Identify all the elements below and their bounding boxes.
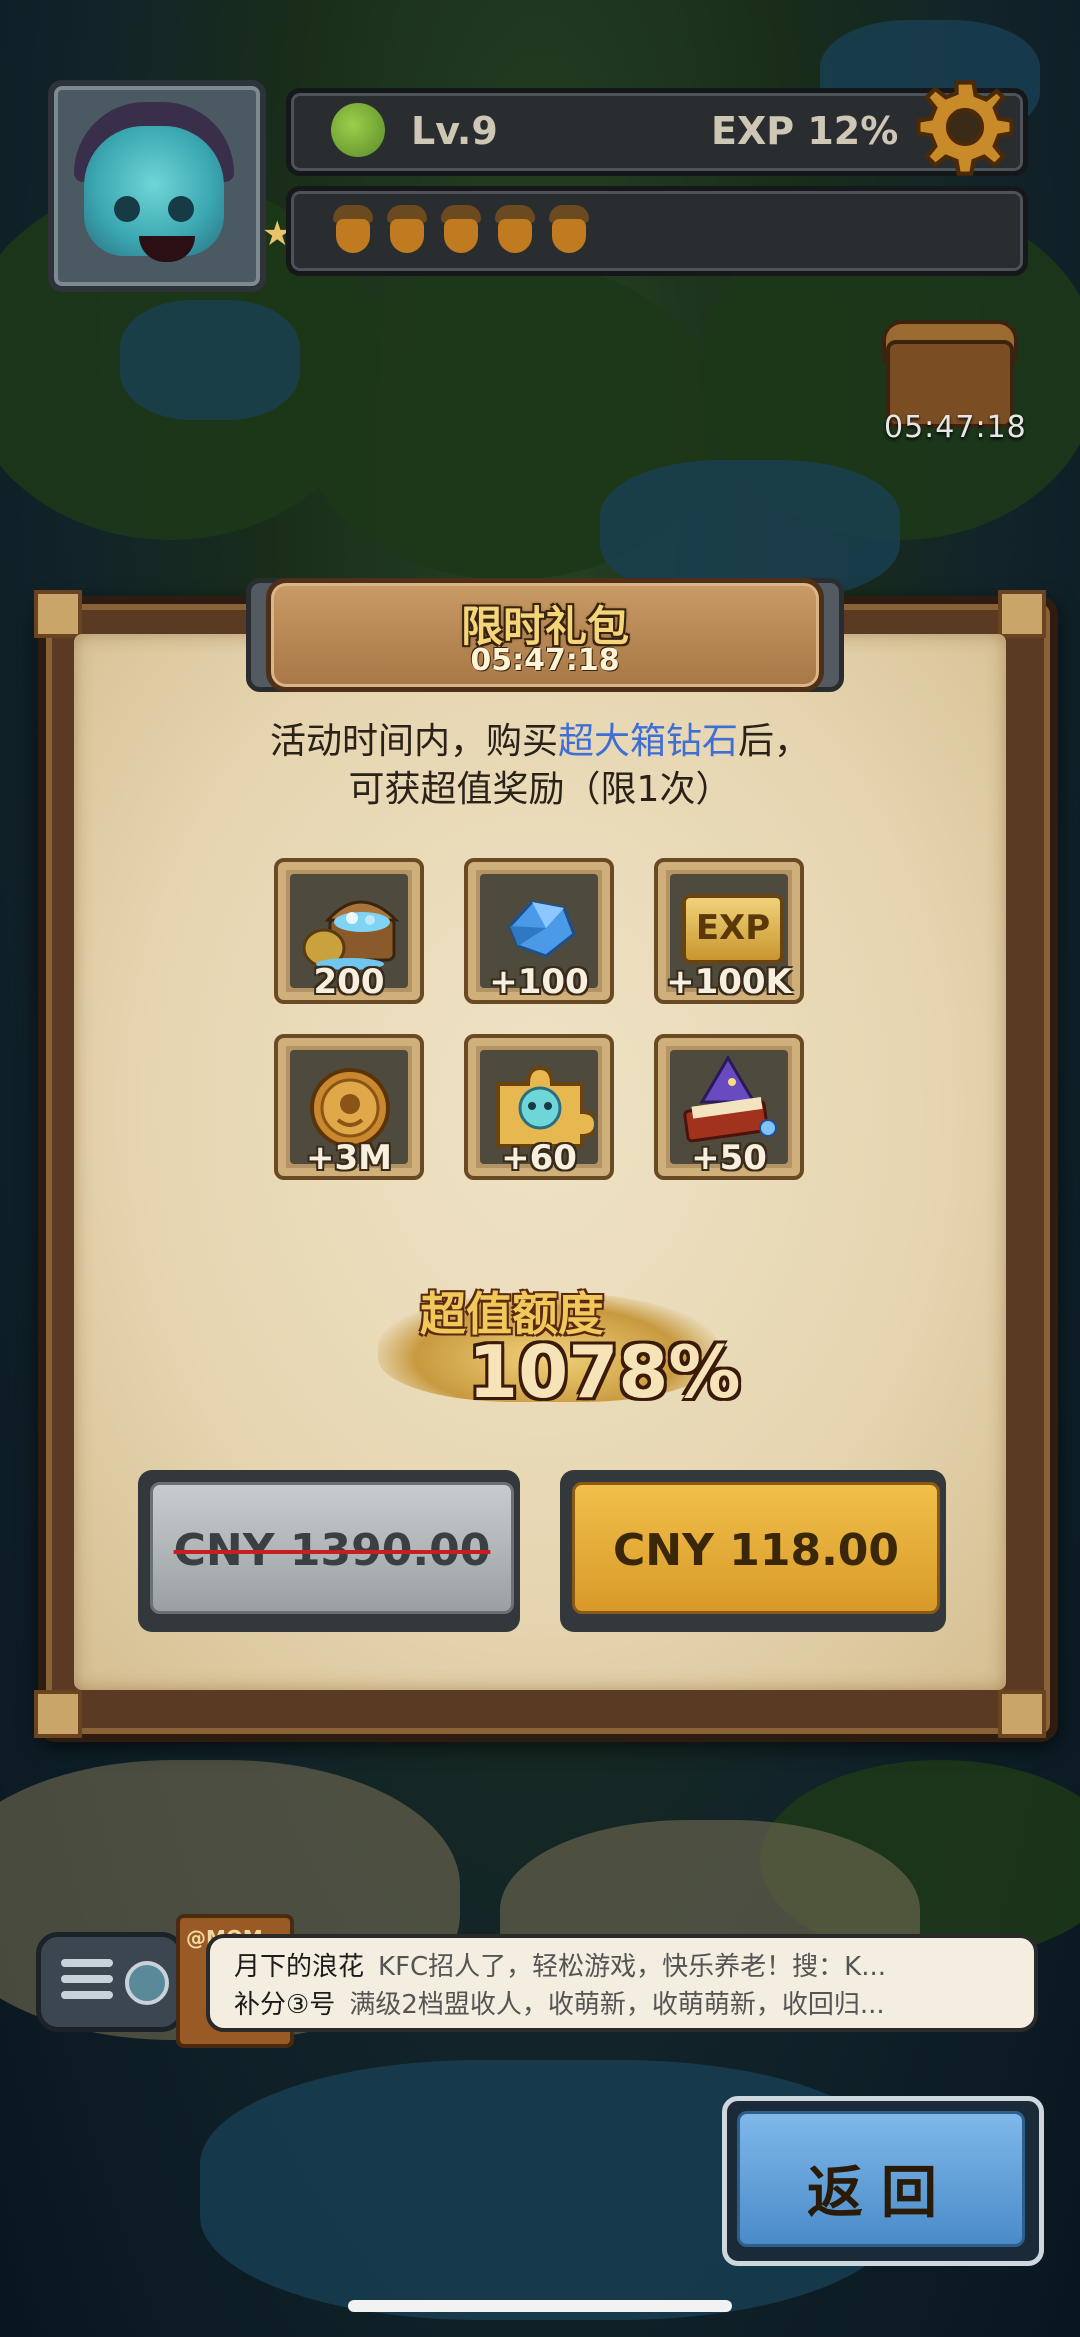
diamond-icon [508,900,576,958]
buy-button[interactable]: CNY 118.00 [560,1470,946,1632]
chat-ticker[interactable]: 月下的浪花 KFC招人了，轻松游戏，快乐养老！搜：K... 补分③号 满级2档盟收人… [206,1934,1038,2032]
reward-amount: +50 [691,1138,767,1178]
reward-item[interactable]: EXP +100K [654,858,804,1004]
chat-username: 补分③号 [234,1990,336,2020]
chat-text: KFC招人了，轻松游戏，快乐养老！搜：K... [378,1952,887,1982]
chest-timer: 05:47:18 [884,410,1027,445]
acorn-icon [439,205,483,253]
chat-username: 月下的浪花 [234,1952,365,1982]
value-percent: 1078% [468,1330,741,1414]
countdown-timer: 05:47:18 [470,643,620,678]
chat-text: 满级2档盟收人，收萌新，收萌萌新，收回归... [349,1990,885,2020]
title-banner: 限时礼包 05:47:18 [266,578,824,692]
player-level: Lv.9 [411,109,498,153]
tree-icon [331,103,385,157]
reward-item[interactable]: +50 [654,1034,804,1180]
player-avatar[interactable] [48,80,266,292]
reward-item[interactable]: +100 [464,858,614,1004]
sale-price: CNY 118.00 [612,1525,900,1576]
acorn-icon [547,205,591,253]
original-price-button: CNY 1390.00 [138,1470,520,1632]
reward-amount: +3M [306,1138,392,1178]
acorn-icon [331,205,375,253]
treasure-chest-icon [302,900,400,970]
reward-item[interactable]: 200 [274,858,424,1004]
acorn-icon [493,205,537,253]
gear-icon[interactable] [912,74,1018,180]
reward-item[interactable]: +60 [464,1034,614,1180]
radio-icon[interactable] [36,1932,184,2032]
acorn-icon [385,205,429,253]
value-badge: 超值额度 1078% [368,1262,741,1414]
reward-amount: +60 [501,1138,577,1178]
reward-amount: +100 [489,962,589,1002]
exp-percent: EXP 12% [711,109,899,153]
original-price: CNY 1390.00 [173,1525,491,1576]
offer-description: 活动时间内，购买超大箱钻石后， 可获超值奖励（限1次） [269,721,811,810]
back-label: 返回 [807,2161,955,2226]
back-button[interactable]: 返回 [722,2096,1044,2266]
chat-message: 月下的浪花 KFC招人了，轻松游戏，快乐养老！搜：K... [234,1946,1014,1983]
reward-amount: +100K [666,962,792,1002]
wizard-book-icon [683,1055,777,1143]
reward-amount: 200 [313,962,385,1002]
chat-message: 补分③号 满级2档盟收人，收萌新，收萌萌新，收回归... [234,1984,1014,2021]
exp-badge-icon: EXP [682,894,784,964]
reward-item[interactable]: +3M [274,1034,424,1180]
highlight-product: 超大箱钻石 [557,721,738,762]
acorn-energy-bar [286,186,1028,276]
home-indicator[interactable] [348,2300,732,2312]
